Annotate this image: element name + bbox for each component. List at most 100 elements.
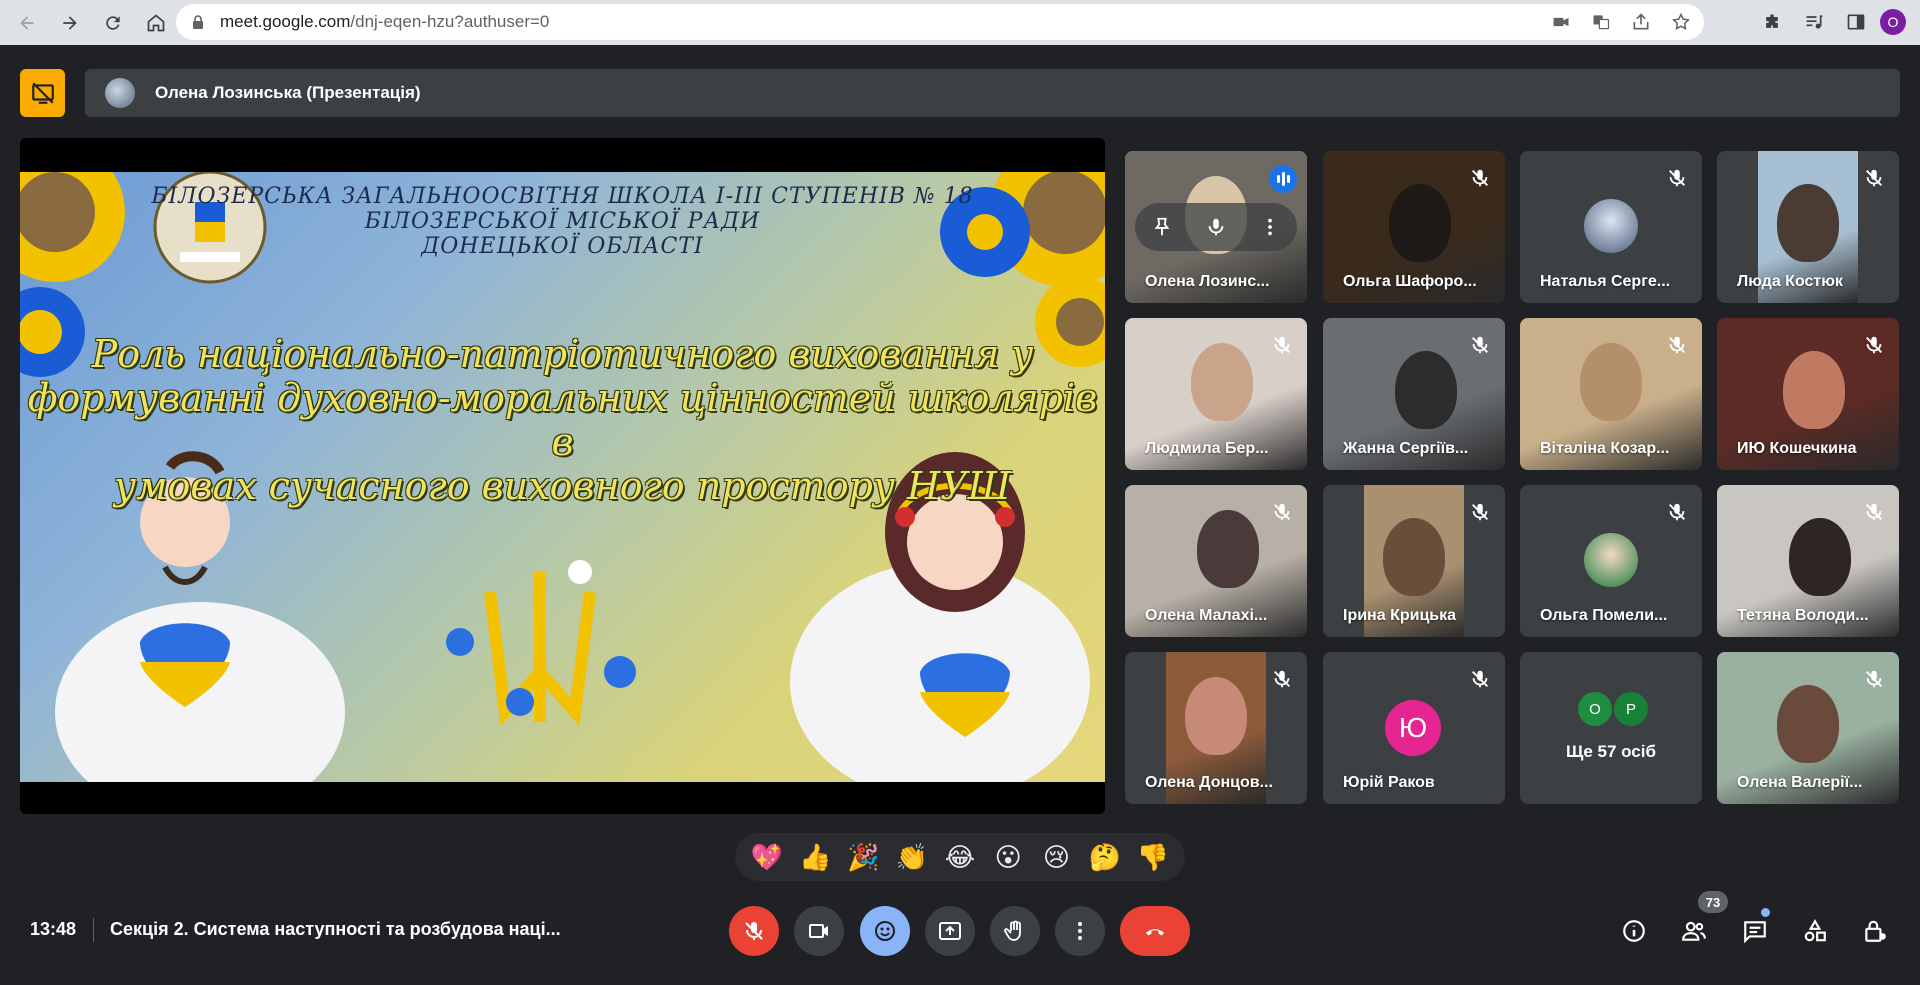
participant-avatar xyxy=(1584,199,1638,253)
participant-name: Олена Малахі... xyxy=(1145,607,1268,624)
camera-toggle-button[interactable] xyxy=(794,906,844,956)
participant-name: Жанна Сергіїв... xyxy=(1343,440,1469,457)
reaction-emoji[interactable]: 😮 xyxy=(988,842,1028,873)
emoji-icon xyxy=(875,921,895,941)
presentation-slide: БІЛОЗЕРСЬКА ЗАГАЛЬНООСВІТНЯ ШКОЛА І-ІІІ … xyxy=(20,172,1105,782)
lock-icon xyxy=(193,15,203,29)
call-end-icon xyxy=(1146,929,1164,936)
more-participants-avatars: ОР xyxy=(1578,692,1650,726)
host-controls-icon[interactable] xyxy=(1859,915,1891,947)
school-name-line3: ДОНЕЦЬКОЇ ОБЛАСТІ xyxy=(421,234,704,259)
presentation-stage: БІЛОЗЕРСЬКА ЗАГАЛЬНООСВІТНЯ ШКОЛА І-ІІІ … xyxy=(20,138,1105,814)
reactions-bar: 💖 👍 🎉 👏 😂 😮 😢 🤔 👎 xyxy=(735,833,1185,881)
mute-participant-icon[interactable] xyxy=(1202,213,1230,241)
mic-off-icon xyxy=(1469,334,1493,358)
back-icon[interactable] xyxy=(12,8,42,38)
leave-call-button[interactable] xyxy=(1120,906,1190,956)
reactions-button[interactable] xyxy=(860,906,910,956)
participant-name: Олена Лозинс... xyxy=(1145,273,1270,290)
participant-name: Олена Донцов... xyxy=(1145,774,1273,791)
profile-avatar[interactable]: O xyxy=(1880,9,1906,35)
translate-icon[interactable] xyxy=(1590,11,1612,33)
more-options-button[interactable] xyxy=(1055,906,1105,956)
participant-tile[interactable]: Людмила Бер... xyxy=(1125,318,1307,470)
address-bar[interactable]: meet.google.com/dnj-eqen-hzu?authuser=0 xyxy=(176,4,1704,40)
participant-name: Юрій Раков xyxy=(1343,774,1435,791)
more-vert-icon xyxy=(1078,922,1082,940)
tile-hover-controls xyxy=(1135,203,1297,251)
slide-title-line2: формуванні духовно-моральних цінностей ш… xyxy=(27,376,1098,464)
participant-tile[interactable]: Ю Юрій Раков xyxy=(1323,652,1505,804)
side-panel-icon[interactable] xyxy=(1844,7,1868,37)
participant-tile[interactable]: Ольга Шафоро... xyxy=(1323,151,1505,303)
participant-tile[interactable]: О Р Ще 57 осіб xyxy=(1520,652,1702,804)
reaction-emoji[interactable]: 👍 xyxy=(795,842,835,873)
mic-off-icon xyxy=(1469,501,1493,525)
reaction-emoji[interactable]: 💖 xyxy=(747,842,787,873)
participant-tile[interactable]: Люда Костюк xyxy=(1717,151,1899,303)
participant-tile[interactable]: Ірина Крицька xyxy=(1323,485,1505,637)
chat-icon[interactable] xyxy=(1739,915,1771,947)
participant-tile[interactable]: Олена Лозинс... xyxy=(1125,151,1307,303)
presentation-badge[interactable] xyxy=(20,69,65,117)
participant-name: Ольга Помели... xyxy=(1540,607,1668,624)
videocam-icon xyxy=(809,924,828,938)
reaction-emoji[interactable]: 😢 xyxy=(1036,842,1076,873)
participant-tile[interactable]: Жанна Сергіїв... xyxy=(1323,318,1505,470)
participant-face xyxy=(1580,343,1642,421)
meeting-details-icon[interactable] xyxy=(1618,915,1650,947)
participant-tile[interactable]: Олена Донцов... xyxy=(1125,652,1307,804)
reaction-emoji[interactable]: 🤔 xyxy=(1085,842,1125,873)
participant-name: Людмила Бер... xyxy=(1145,440,1269,457)
activities-icon[interactable] xyxy=(1799,915,1831,947)
trident-emblem xyxy=(446,560,636,727)
participant-face xyxy=(1389,184,1451,262)
participant-tile[interactable]: Ольга Помели... xyxy=(1520,485,1702,637)
participant-tile[interactable]: Наталья Серге... xyxy=(1520,151,1702,303)
reaction-emoji[interactable]: 😂 xyxy=(940,842,980,873)
mic-off-icon xyxy=(1666,501,1690,525)
mic-off-icon xyxy=(745,922,763,940)
microphone-toggle-button[interactable] xyxy=(729,906,779,956)
participant-name: ИЮ Кошечкина xyxy=(1737,440,1857,457)
meeting-clock: 13:48 xyxy=(30,919,77,939)
meeting-title: Секція 2. Система наступності та розбудо… xyxy=(110,919,561,939)
stop-presenting-icon xyxy=(31,82,54,104)
mic-off-icon xyxy=(1863,167,1887,191)
browser-toolbar: meet.google.com/dnj-eqen-hzu?authuser=0 … xyxy=(0,0,1920,45)
participant-face xyxy=(1777,685,1839,763)
extensions-puzzle-icon[interactable] xyxy=(1760,7,1784,37)
participant-tile[interactable]: Віталіна Козар... xyxy=(1520,318,1702,470)
participant-tile[interactable]: Олена Малахі... xyxy=(1125,485,1307,637)
school-name-line2: БІЛОЗЕРСЬКОЇ МІСЬКОЇ РАДИ xyxy=(364,209,761,234)
mic-off-icon xyxy=(1271,334,1295,358)
presenter-label: Олена Лозинська (Презентація) xyxy=(155,83,421,102)
reload-icon[interactable] xyxy=(98,8,128,38)
mic-off-icon xyxy=(1271,668,1295,692)
present-screen-button[interactable] xyxy=(925,906,975,956)
hand-icon xyxy=(1004,920,1021,941)
reaction-emoji[interactable]: 👏 xyxy=(892,842,932,873)
participant-avatar: О xyxy=(1578,692,1612,726)
pin-icon[interactable] xyxy=(1148,213,1176,241)
home-icon[interactable] xyxy=(141,8,171,38)
reaction-emoji[interactable]: 🎉 xyxy=(844,842,884,873)
raise-hand-button[interactable] xyxy=(990,906,1040,956)
participant-tile[interactable]: Олена Валерії... xyxy=(1717,652,1899,804)
mic-off-icon xyxy=(1863,501,1887,525)
mic-off-icon xyxy=(1863,668,1887,692)
people-icon[interactable] xyxy=(1678,915,1710,947)
forward-icon[interactable] xyxy=(55,8,85,38)
media-controls-icon[interactable] xyxy=(1802,7,1826,37)
mic-off-icon xyxy=(1469,167,1493,191)
participant-tile[interactable]: Тетяна Володи... xyxy=(1717,485,1899,637)
participant-face xyxy=(1383,518,1445,596)
participant-tile[interactable]: ИЮ Кошечкина xyxy=(1717,318,1899,470)
camera-in-use-icon[interactable] xyxy=(1550,11,1572,33)
participant-name: Олена Валерії... xyxy=(1737,774,1863,791)
school-name-line1: БІЛОЗЕРСЬКА ЗАГАЛЬНООСВІТНЯ ШКОЛА І-ІІІ … xyxy=(151,184,974,209)
reaction-emoji[interactable]: 👎 xyxy=(1133,842,1173,873)
bookmark-star-icon[interactable] xyxy=(1670,11,1692,33)
share-icon[interactable] xyxy=(1630,11,1652,33)
tile-more-icon[interactable] xyxy=(1256,213,1284,241)
